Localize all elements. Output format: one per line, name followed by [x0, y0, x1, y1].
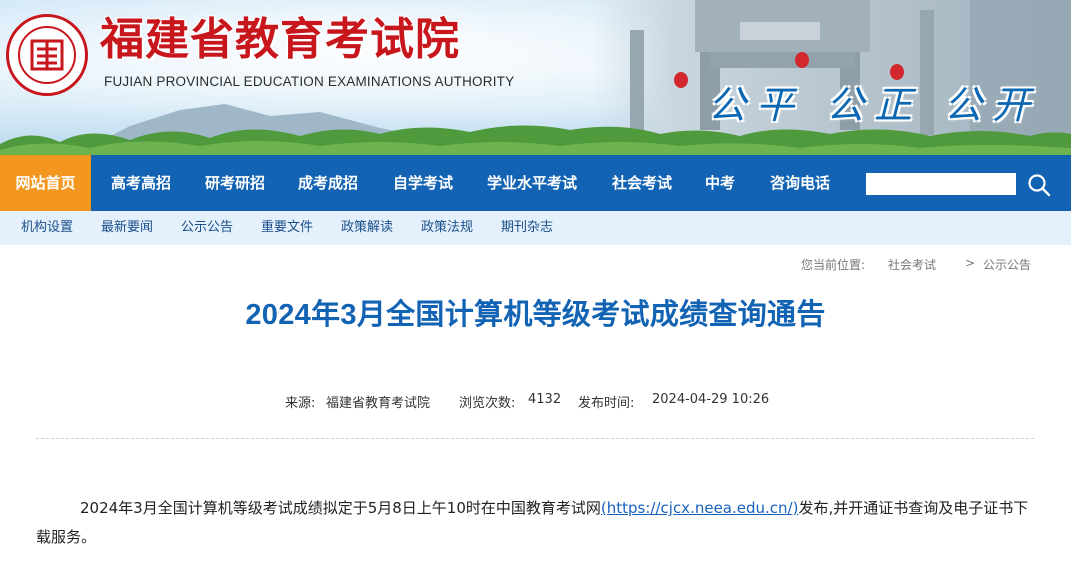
- article-title: 2024年3月全国计算机等级考试成绩查询通告: [245, 299, 826, 331]
- site-logo[interactable]: [6, 14, 88, 96]
- subnav-important-documents[interactable]: 重要文件: [261, 211, 313, 245]
- subnav-latest-news[interactable]: 最新要闻: [101, 211, 153, 245]
- lantern-icon: [795, 52, 809, 68]
- nav-self-study-exam[interactable]: 自学考试: [378, 155, 468, 211]
- meta-views-label: 浏览次数:: [459, 396, 516, 411]
- meta-date: 2024-04-29 10:26: [652, 392, 770, 407]
- search-icon[interactable]: [1026, 172, 1052, 198]
- nav-academic-level-exam[interactable]: 学业水平考试: [476, 155, 588, 211]
- site-title: 福建省教育考试院: [100, 14, 460, 65]
- subnav-journals[interactable]: 期刊杂志: [501, 211, 553, 245]
- subnav-announcements[interactable]: 公示公告: [181, 211, 233, 245]
- nav-gaokao[interactable]: 高考高招: [96, 155, 186, 211]
- nav-graduate-exam[interactable]: 研考研招: [190, 155, 280, 211]
- breadcrumb-social-exam[interactable]: 社会考试: [888, 256, 936, 273]
- header-banner: 福建省教育考试院 FUJIAN PROVINCIAL EDUCATION EXA…: [0, 0, 1071, 155]
- search-input[interactable]: [866, 173, 1016, 195]
- subnav-organization[interactable]: 机构设置: [21, 211, 73, 245]
- subnav-policies-regulations[interactable]: 政策法规: [421, 211, 473, 245]
- nav-adult-exam[interactable]: 成考成招: [283, 155, 373, 211]
- subnav-policy-interpretation[interactable]: 政策解读: [341, 211, 393, 245]
- slogan: 公平 公正 公开: [708, 83, 1041, 127]
- nav-home[interactable]: 网站首页: [0, 155, 91, 211]
- meta-date-label: 发布时间:: [578, 396, 635, 411]
- sub-nav: 机构设置 最新要闻 公示公告 重要文件 政策解读 政策法规 期刊杂志: [0, 211, 1071, 245]
- meta-source: 福建省教育考试院: [326, 396, 431, 411]
- lantern-icon: [674, 72, 688, 88]
- article-divider: [36, 438, 1034, 439]
- nav-social-exam[interactable]: 社会考试: [597, 155, 687, 211]
- breadcrumb-prefix: 您当前位置:: [801, 258, 866, 272]
- nav-zhongkao[interactable]: 中考: [693, 155, 747, 211]
- body-text-start: 2024年3月全国计算机等级考试成绩拟定于5月8日上午10时在中国教育考试网: [80, 499, 601, 517]
- site-subtitle: FUJIAN PROVINCIAL EDUCATION EXAMINATIONS…: [104, 74, 515, 89]
- neea-score-link[interactable]: (https://cjcx.neea.edu.cn/): [601, 499, 799, 517]
- breadcrumb-separator: >: [965, 256, 976, 270]
- exam-authority-seal-icon: [30, 39, 64, 71]
- meta-views: 4132: [528, 392, 562, 407]
- meta-source-label: 来源:: [285, 396, 316, 411]
- breadcrumb-announcements[interactable]: 公示公告: [983, 256, 1031, 273]
- article-body-paragraph: 2024年3月全国计算机等级考试成绩拟定于5月8日上午10时在中国教育考试网(h…: [36, 494, 1036, 552]
- page: 福建省教育考试院 FUJIAN PROVINCIAL EDUCATION EXA…: [0, 0, 1071, 572]
- nav-hotline[interactable]: 咨询电话: [755, 155, 845, 211]
